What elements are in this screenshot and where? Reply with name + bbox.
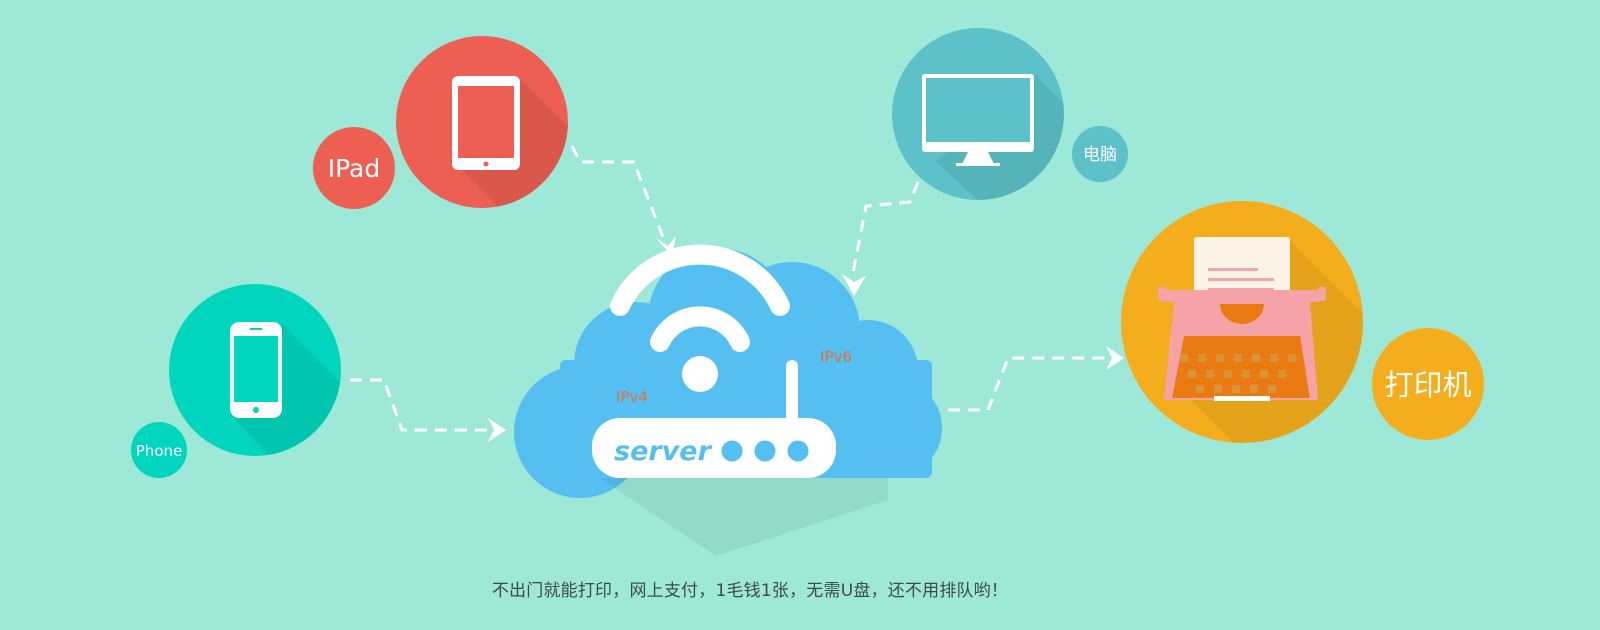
tablet-icon: [452, 76, 520, 170]
network-diagram: IPad Phone 电脑 打印机 server IPv4 IPv6 不出门就能…: [0, 0, 1600, 630]
connector-phone-server: [350, 378, 506, 442]
ipv6-label: IPv6: [820, 348, 852, 366]
smartphone-icon: [230, 322, 282, 418]
phone-node: Phone: [131, 284, 341, 478]
caption-text: 不出门就能打印，网上支付，1毛钱1张，无需U盘，还不用排队哟！: [491, 581, 1009, 601]
computer-label: 电脑: [1083, 145, 1117, 165]
diagram-canvas: IPad Phone 电脑 打印机 server IPv4 IPv6: [131, 28, 1484, 556]
ipad-node: IPad: [313, 36, 568, 209]
ipv4-label: IPv4: [616, 388, 648, 406]
printer-node: 打印机: [1121, 201, 1484, 443]
cloud-shadow: [600, 478, 888, 556]
connector-computer-server: [842, 181, 920, 296]
connector-server-printer: [948, 346, 1124, 412]
printer-label: 打印机: [1384, 368, 1471, 402]
computer-node: 电脑: [892, 28, 1128, 200]
connector-ipad-server: [570, 145, 676, 256]
phone-label: Phone: [136, 442, 182, 460]
server-label: server: [614, 436, 713, 467]
server-node: server IPv4 IPv6: [514, 244, 942, 556]
ipad-label: IPad: [328, 154, 381, 183]
